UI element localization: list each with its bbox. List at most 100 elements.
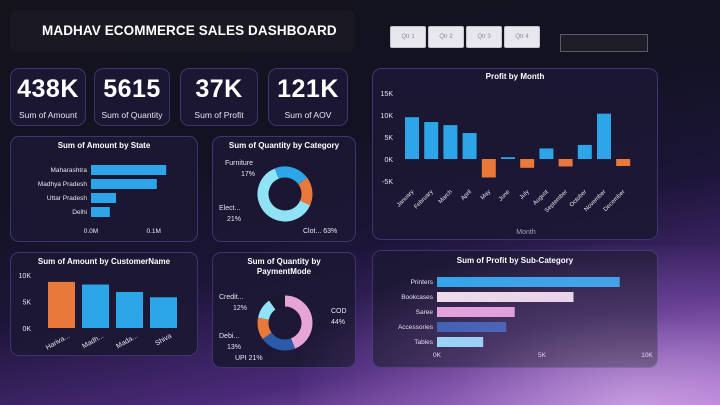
month-x-tick: April	[460, 189, 473, 202]
quantity-by-category-card: Sum of Quantity by Category Furniture 17%…	[212, 136, 356, 242]
payment-label-debit: Debi...	[219, 333, 239, 340]
customer-bar	[116, 291, 143, 328]
state-x-tick: 0.0M	[84, 228, 98, 235]
payment-pct-cod: 44%	[331, 319, 345, 326]
kpi-aov-card: 121K Sum of AOV	[268, 68, 348, 126]
month-bar	[481, 159, 496, 178]
profit-by-subcategory-card: Sum of Profit by Sub-Category Printers Bo…	[372, 250, 658, 368]
profit-by-month-card: Profit by Month 15K 10K 5K 0K -5K January Febr…	[372, 68, 658, 240]
kpi-aov-label: Sum of AOV	[284, 110, 332, 120]
month-bar	[577, 144, 592, 159]
month-y-tick: 10K	[381, 113, 394, 120]
qtr-2-button[interactable]: Qtr 2	[428, 26, 464, 48]
kpi-quantity-card: 5615 Sum of Quantity	[94, 68, 170, 126]
month-bar	[558, 159, 573, 167]
month-bar	[520, 159, 535, 168]
subcategory-bar	[437, 322, 507, 332]
kpi-amount-card: 438K Sum of Amount	[10, 68, 86, 126]
state-label: Maharashtra	[51, 167, 88, 174]
month-y-tick: 0K	[384, 157, 393, 164]
customer-x-tick: Madh...	[81, 333, 105, 351]
subcategory-bar	[437, 292, 574, 302]
subcategory-bar	[437, 337, 484, 347]
subcategory-label: Bookcases	[401, 294, 434, 301]
subcategory-label: Saree	[416, 309, 434, 316]
search-input[interactable]	[560, 34, 648, 52]
payment-pct-credit: 12%	[233, 305, 247, 312]
category-pct-furniture: 17%	[241, 171, 255, 178]
subcategory-x-tick: 5K	[538, 352, 547, 359]
subcategory-label: Tables	[414, 339, 434, 346]
state-label: Delhi	[72, 209, 87, 216]
month-bar	[424, 122, 439, 159]
payment-label-credit: Credit...	[219, 294, 244, 301]
subcategory-bar	[437, 307, 515, 317]
subcategory-bar	[437, 277, 620, 287]
payment-pct-debit: 13%	[227, 344, 241, 351]
kpi-quantity-value: 5615	[103, 75, 161, 103]
month-y-tick: 15K	[381, 91, 394, 98]
month-x-tick: June	[498, 189, 512, 203]
category-label-furniture: Furniture	[225, 160, 253, 167]
month-bar	[443, 125, 458, 159]
profit-by-month-chart: 15K 10K 5K 0K -5KJanuaryFebruary March April Ma…	[381, 91, 631, 236]
state-bar	[91, 179, 157, 189]
qtr-4-button[interactable]: Qtr 4	[504, 26, 540, 48]
profit-by-subcategory-chart: Printers Bookcases Saree Accessories Tables 0…	[398, 277, 653, 359]
subcategory-x-tick: 10K	[641, 352, 653, 359]
quantity-by-payment-chart: COD 44% UPI 21% Debi... 13% Credit... 12%	[219, 294, 347, 362]
month-bar	[597, 113, 611, 159]
customer-x-tick: Shiva	[154, 333, 173, 348]
payment-label-upi: UPI 21%	[235, 355, 263, 362]
month-x-tick: May	[480, 189, 492, 201]
kpi-amount-value: 438K	[17, 75, 79, 103]
kpi-profit-label: Sum of Profit	[194, 110, 244, 120]
month-x-tick: July	[519, 189, 531, 201]
amount-by-state-chart: Maharashtra Madhya Pradesh Uttar Pradesh De…	[38, 165, 167, 235]
month-y-tick: 5K	[384, 135, 393, 142]
qtr-3-button[interactable]: Qtr 3	[466, 26, 502, 48]
customer-y-tick: 10K	[19, 273, 32, 280]
customer-y-tick: 5K	[22, 300, 31, 307]
month-x-tick: January	[396, 189, 415, 208]
customer-bar	[82, 284, 109, 328]
subcategory-label: Accessories	[398, 324, 434, 331]
category-pct-electronics: 21%	[227, 216, 241, 223]
qtr-1-button[interactable]: Qtr 1	[390, 26, 426, 48]
state-bar	[91, 193, 117, 203]
month-x-tick: March	[438, 189, 454, 205]
quarter-slicer: Qtr 1 Qtr 2 Qtr 3 Qtr 4	[374, 20, 544, 54]
subcategory-x-tick: 0K	[433, 352, 442, 359]
month-bar	[539, 148, 554, 159]
amount-by-customer-card: Sum of Amount by CustomerName 10K 5K 0K Har…	[10, 252, 198, 356]
month-x-tick: October	[569, 189, 588, 208]
state-bar	[91, 165, 167, 175]
month-bar	[462, 133, 477, 159]
customer-bar	[48, 281, 75, 328]
dashboard-title: MADHAV ECOMMERCE SALES DASHBOARD	[42, 23, 337, 38]
month-y-tick: -5K	[382, 179, 393, 186]
customer-y-tick: 0K	[22, 326, 31, 333]
month-x-axis-label: Month	[516, 229, 536, 236]
subcategory-label: Printers	[411, 279, 434, 286]
title-bar: MADHAV ECOMMERCE SALES DASHBOARD	[10, 10, 355, 52]
amount-by-customer-chart: 10K 5K 0K Hariva... Madh... Mada... Shiva	[19, 273, 177, 352]
state-label: Uttar Pradesh	[47, 195, 87, 202]
category-label-clothing: Clot... 63%	[303, 228, 337, 235]
amount-by-state-card: Sum of Amount by State Maharashtra Madhya…	[10, 136, 198, 242]
month-bar	[501, 157, 515, 159]
state-label: Madhya Pradesh	[38, 181, 88, 188]
kpi-profit-value: 37K	[195, 75, 243, 103]
customer-x-tick: Mada...	[115, 333, 139, 351]
quantity-by-category-chart: Furniture 17% Elect... 21% Clot... 63%	[219, 160, 337, 235]
quantity-by-payment-card: Sum of Quantity by PaymentMode COD 44% UPI…	[212, 252, 356, 368]
kpi-amount-label: Sum of Amount	[18, 110, 78, 120]
state-bar	[91, 207, 110, 217]
kpi-quantity-label: Sum of Quantity	[101, 110, 163, 120]
category-label-electronics: Elect...	[219, 205, 240, 212]
state-x-tick: 0.1M	[146, 228, 160, 235]
kpi-profit-card: 37K Sum of Profit	[180, 68, 258, 126]
payment-label-cod: COD	[331, 308, 347, 315]
dashboard-screen: MADHAV ECOMMERCE SALES DASHBOARD Qtr 1 Q…	[0, 0, 720, 405]
customer-x-tick: Hariva...	[45, 333, 71, 352]
